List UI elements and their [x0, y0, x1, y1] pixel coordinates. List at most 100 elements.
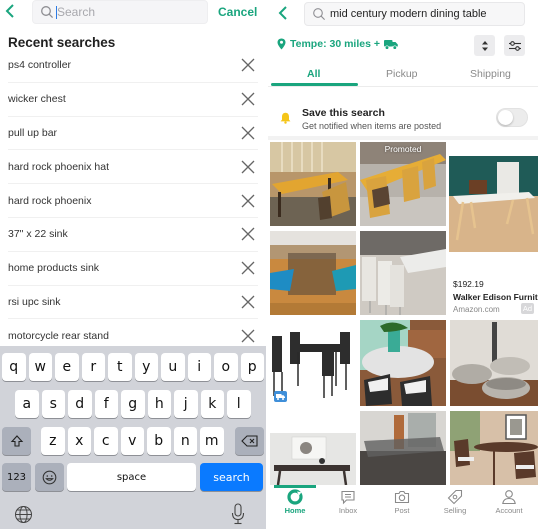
key-l[interactable]: l: [227, 390, 251, 418]
close-icon[interactable]: [240, 294, 256, 310]
tab-all[interactable]: All: [307, 68, 320, 80]
close-icon[interactable]: [240, 260, 256, 276]
key-e[interactable]: e: [55, 353, 79, 381]
tab-shipping[interactable]: Shipping: [470, 68, 511, 80]
search-field[interactable]: mid century modern dining table: [304, 2, 525, 26]
nav-label: Account: [495, 506, 523, 515]
key-h[interactable]: h: [147, 390, 171, 418]
key-t[interactable]: t: [108, 353, 132, 381]
promoted-badge: Promoted: [384, 144, 422, 154]
recent-search-item[interactable]: rsi upc sink: [8, 286, 258, 320]
close-icon[interactable]: [240, 328, 256, 344]
key-s[interactable]: s: [41, 390, 65, 418]
nav-selling[interactable]: Selling: [428, 489, 482, 515]
sponsored-ad-card[interactable]: $192.19 Walker Edison Furnit... Amazon.c…: [449, 142, 538, 317]
key-z[interactable]: z: [41, 427, 65, 455]
shift-key[interactable]: [2, 427, 31, 455]
recent-searches-heading: Recent searches: [8, 35, 116, 50]
listing-tile[interactable]: [450, 411, 538, 485]
nav-inbox[interactable]: Inbox: [321, 489, 375, 515]
key-k[interactable]: k: [200, 390, 224, 418]
recent-search-text[interactable]: hard rock phoenix hat: [8, 161, 109, 173]
search-icon: [313, 8, 325, 20]
save-search-title: Save this search: [302, 107, 385, 119]
save-search-toggle[interactable]: [496, 108, 528, 127]
close-icon[interactable]: [240, 226, 256, 242]
numbers-key[interactable]: 123: [2, 463, 31, 491]
globe-key[interactable]: [14, 505, 33, 529]
key-i[interactable]: i: [187, 353, 211, 381]
recent-search-text[interactable]: pull up bar: [8, 127, 57, 139]
close-icon[interactable]: [240, 159, 256, 175]
key-p[interactable]: p: [240, 353, 264, 381]
key-o[interactable]: o: [214, 353, 238, 381]
back-button[interactable]: [278, 5, 288, 24]
tab-pickup[interactable]: Pickup: [386, 68, 418, 80]
key-m[interactable]: m: [200, 427, 224, 455]
key-x[interactable]: x: [67, 427, 91, 455]
search-key[interactable]: search: [200, 463, 263, 491]
recent-search-item[interactable]: pull up bar: [8, 117, 258, 151]
sort-button[interactable]: [474, 35, 495, 56]
recent-search-text[interactable]: motorcycle rear stand: [8, 330, 109, 342]
search-input[interactable]: [57, 3, 197, 21]
cancel-button[interactable]: Cancel: [218, 5, 257, 19]
recent-search-item[interactable]: wicker chest: [8, 83, 258, 117]
recent-search-text[interactable]: wicker chest: [8, 93, 66, 105]
recent-search-item[interactable]: hard rock phoenix hat: [8, 150, 258, 185]
listing-tile[interactable]: Promoted: [360, 142, 446, 226]
recent-search-text[interactable]: hard rock phoenix: [8, 195, 91, 207]
key-g[interactable]: g: [121, 390, 145, 418]
key-f[interactable]: f: [94, 390, 118, 418]
listing-tile[interactable]: [270, 411, 356, 485]
key-y[interactable]: y: [134, 353, 158, 381]
recent-search-text[interactable]: home products sink: [8, 262, 99, 274]
listing-tile[interactable]: [360, 320, 446, 406]
space-key[interactable]: space: [67, 463, 196, 491]
listing-tile[interactable]: [360, 231, 446, 315]
key-a[interactable]: a: [15, 390, 39, 418]
search-results-screen: mid century modern dining table Tempe: 3…: [268, 0, 538, 529]
nav-home[interactable]: Home: [268, 489, 322, 515]
key-n[interactable]: n: [173, 427, 197, 455]
key-b[interactable]: b: [147, 427, 171, 455]
location-filter[interactable]: Tempe: 30 miles +: [277, 38, 398, 50]
search-field[interactable]: [32, 0, 208, 24]
back-button[interactable]: [5, 3, 15, 22]
search-header: Cancel: [0, 0, 266, 26]
search-query[interactable]: mid century modern dining table: [330, 8, 487, 20]
close-icon[interactable]: [240, 57, 256, 73]
listing-tile[interactable]: [360, 411, 446, 485]
key-j[interactable]: j: [174, 390, 198, 418]
nav-post[interactable]: Post: [375, 489, 429, 515]
close-icon[interactable]: [240, 193, 256, 209]
dictation-key[interactable]: [231, 503, 245, 529]
close-icon[interactable]: [240, 91, 256, 107]
bell-icon: [280, 112, 291, 124]
listing-tile[interactable]: [270, 320, 356, 406]
key-u[interactable]: u: [161, 353, 185, 381]
listing-tile[interactable]: [450, 320, 538, 406]
key-r[interactable]: r: [81, 353, 105, 381]
recent-search-item[interactable]: 37" x 22 sink: [8, 218, 258, 252]
recent-search-text[interactable]: rsi upc sink: [8, 296, 61, 308]
key-v[interactable]: v: [120, 427, 144, 455]
listing-tile[interactable]: [270, 231, 356, 315]
recent-search-text[interactable]: 37" x 22 sink: [8, 228, 68, 240]
microphone-icon: [231, 503, 245, 525]
recent-search-item[interactable]: home products sink: [8, 252, 258, 286]
key-d[interactable]: d: [68, 390, 92, 418]
listing-tile[interactable]: [270, 142, 356, 226]
recent-search-item[interactable]: hard rock phoenix: [8, 184, 258, 218]
close-icon[interactable]: [240, 125, 256, 141]
backspace-key[interactable]: [235, 427, 264, 455]
key-w[interactable]: w: [28, 353, 52, 381]
nav-account[interactable]: Account: [482, 489, 536, 515]
emoji-key[interactable]: [35, 463, 64, 491]
recent-search-text[interactable]: ps4 controller: [8, 59, 71, 71]
sort-icon: [481, 40, 488, 51]
filter-button[interactable]: [504, 35, 525, 56]
key-c[interactable]: c: [94, 427, 118, 455]
recent-search-item[interactable]: ps4 controller: [8, 49, 258, 83]
key-q[interactable]: q: [2, 353, 26, 381]
